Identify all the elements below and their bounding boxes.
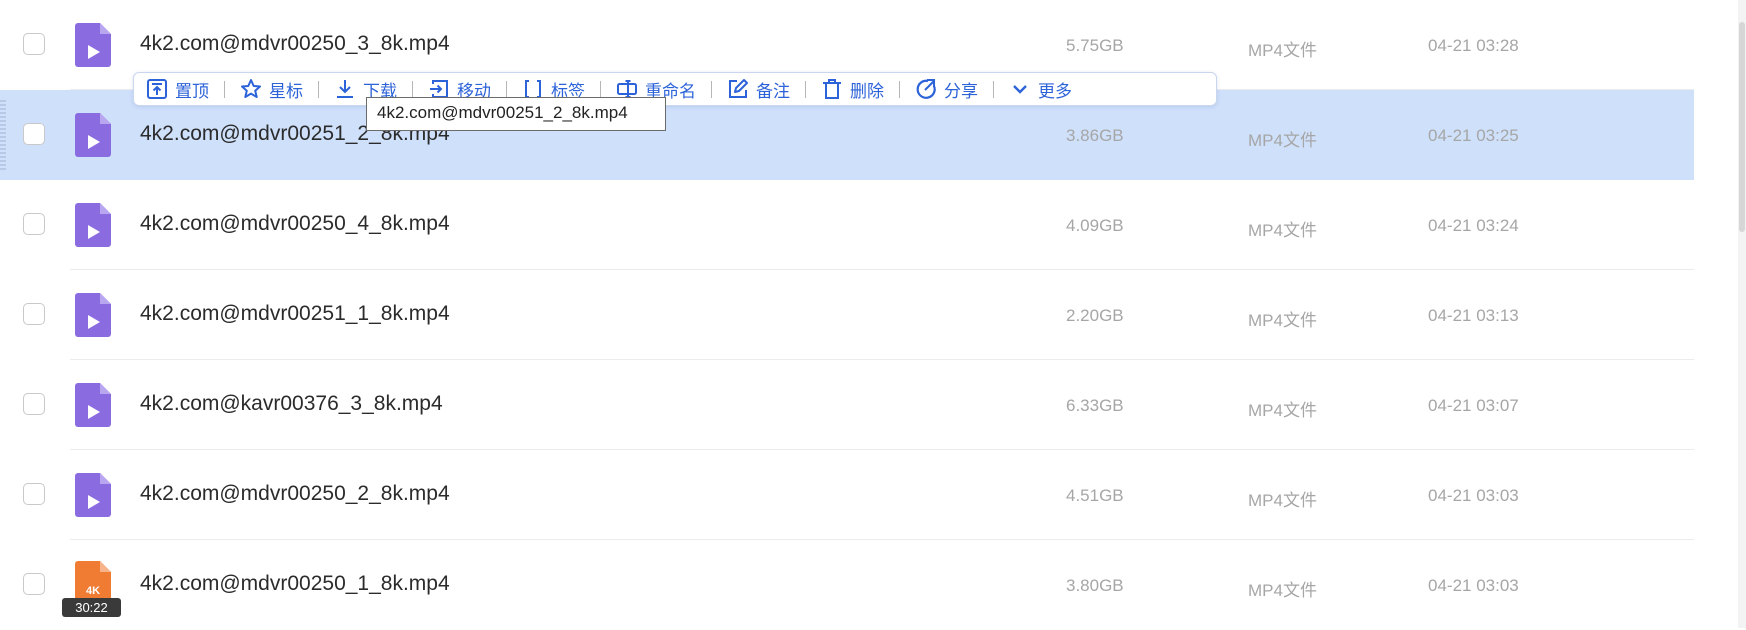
scrollbar-thumb[interactable]	[1739, 22, 1745, 232]
file-size: 3.80GB	[1066, 576, 1124, 595]
vertical-scrollbar[interactable]	[1738, 0, 1746, 628]
file-size: 4.09GB	[1066, 216, 1124, 235]
file-name[interactable]: 4k2.com@kavr00376_3_8k.mp4	[140, 392, 443, 416]
file-row[interactable]: 4k2.com@mdvr00250_2_8k.mp4 4.51GB MP4文件 …	[0, 450, 1694, 540]
toolbar-separator	[899, 80, 900, 98]
file-date: 04-21 03:24	[1428, 216, 1519, 235]
file-type: MP4文件	[1248, 401, 1317, 420]
toolbar-separator	[600, 80, 601, 98]
file-row[interactable]: 4K 30:22 4k2.com@mdvr00250_1_8k.mp4 3.80…	[0, 540, 1694, 630]
file-row[interactable]: 4k2.com@kavr00376_3_8k.mp4 6.33GB MP4文件 …	[0, 360, 1694, 450]
pin-top-icon	[147, 79, 167, 99]
file-name[interactable]: 4k2.com@mdvr00250_3_8k.mp4	[140, 32, 450, 56]
toolbar-separator	[318, 80, 319, 98]
file-type: MP4文件	[1248, 221, 1317, 240]
chevron-down-icon	[1013, 85, 1027, 94]
file-type: MP4文件	[1248, 581, 1317, 600]
file-row[interactable]: 4k2.com@mdvr00250_4_8k.mp4 4.09GB MP4文件 …	[0, 180, 1694, 270]
mp4-file-icon	[75, 203, 111, 247]
row-checkbox[interactable]	[23, 123, 45, 145]
file-date: 04-21 03:13	[1428, 306, 1519, 325]
mp4-file-icon	[75, 113, 111, 157]
file-size: 4.51GB	[1066, 486, 1124, 505]
file-name[interactable]: 4k2.com@mdvr00250_2_8k.mp4	[140, 482, 450, 506]
trash-icon	[823, 79, 841, 99]
toolbar-separator	[805, 80, 806, 98]
file-date: 04-21 03:28	[1428, 36, 1519, 55]
row-checkbox[interactable]	[23, 483, 45, 505]
toolbar-separator	[506, 80, 507, 98]
download-icon	[337, 80, 353, 98]
mp4-file-icon	[75, 23, 111, 67]
file-name[interactable]: 4k2.com@mdvr00250_1_8k.mp4	[140, 572, 450, 596]
toolbar-separator	[993, 80, 994, 98]
file-type: MP4文件	[1248, 131, 1317, 150]
mp4-file-icon	[75, 293, 111, 337]
file-size: 2.20GB	[1066, 306, 1124, 325]
edit-note-icon	[729, 79, 748, 98]
star-icon	[241, 79, 261, 98]
file-date: 04-21 03:03	[1428, 486, 1519, 505]
more-label: 更多	[1038, 81, 1072, 101]
row-checkbox[interactable]	[23, 33, 45, 55]
file-type: MP4文件	[1248, 491, 1317, 510]
row-checkbox[interactable]	[23, 303, 45, 325]
share-icon	[916, 79, 936, 99]
file-type: MP4文件	[1248, 41, 1317, 60]
drag-handle[interactable]	[0, 100, 6, 170]
pin-button[interactable]: 置顶	[146, 77, 209, 102]
share-label: 分享	[944, 81, 978, 101]
toolbar-separator	[224, 80, 225, 98]
toolbar-separator	[412, 80, 413, 98]
note-label: 备注	[756, 81, 790, 101]
share-button[interactable]: 分享	[915, 77, 978, 102]
mp4-file-icon	[75, 473, 111, 517]
toolbar-separator	[711, 80, 712, 98]
file-row[interactable]: 4k2.com@mdvr00251_1_8k.mp4 2.20GB MP4文件 …	[0, 270, 1694, 360]
delete-button[interactable]: 删除	[821, 77, 884, 102]
file-size: 5.75GB	[1066, 36, 1124, 55]
file-type: MP4文件	[1248, 311, 1317, 330]
4k-badge: 4K	[86, 585, 100, 597]
delete-label: 删除	[850, 81, 884, 101]
file-name[interactable]: 4k2.com@mdvr00251_1_8k.mp4	[140, 302, 450, 326]
file-date: 04-21 03:25	[1428, 126, 1519, 145]
file-date: 04-21 03:03	[1428, 576, 1519, 595]
file-date: 04-21 03:07	[1428, 396, 1519, 415]
star-button[interactable]: 星标	[240, 77, 303, 102]
more-button[interactable]: 更多	[1009, 77, 1072, 102]
pin-label: 置顶	[175, 81, 209, 101]
file-size: 6.33GB	[1066, 396, 1124, 415]
file-action-toolbar: 置顶 星标 下载 移动 标签 重命名 备注 删除 分享 更多	[133, 72, 1217, 106]
row-checkbox[interactable]	[23, 393, 45, 415]
video-duration: 30:22	[62, 598, 121, 617]
file-name[interactable]: 4k2.com@mdvr00250_4_8k.mp4	[140, 212, 450, 236]
star-label: 星标	[269, 81, 303, 101]
note-button[interactable]: 备注	[727, 77, 790, 102]
mp4-file-icon	[75, 383, 111, 427]
file-size: 3.86GB	[1066, 126, 1124, 145]
row-checkbox[interactable]	[23, 213, 45, 235]
filename-tooltip: 4k2.com@mdvr00251_2_8k.mp4	[366, 97, 666, 131]
row-checkbox[interactable]	[23, 573, 45, 595]
